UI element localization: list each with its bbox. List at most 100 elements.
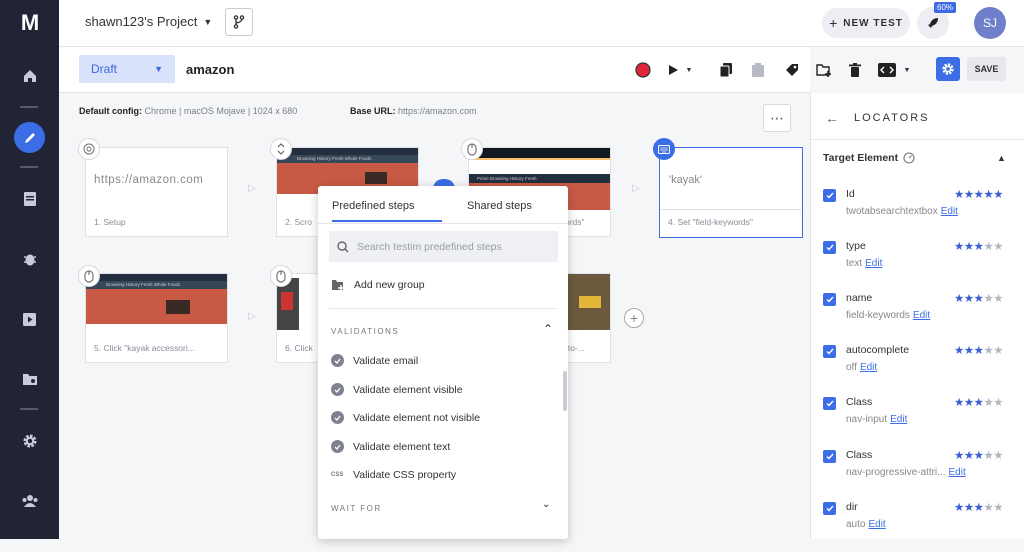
locator-row[interactable]: type text Edit ★★★★★: [823, 239, 1023, 291]
save-button[interactable]: SAVE: [967, 57, 1006, 81]
status-dropdown[interactable]: Draft ▼: [79, 55, 175, 83]
tab-shared-steps[interactable]: Shared steps: [467, 200, 532, 212]
copy-icon[interactable]: [716, 60, 736, 80]
checkbox-checked[interactable]: [823, 502, 836, 515]
mouse-click-icon: [461, 138, 483, 160]
locator-value-line: nav-input Edit: [846, 414, 907, 425]
locator-name: Class: [846, 396, 873, 408]
chevron-up-icon[interactable]: ⌃: [543, 322, 553, 336]
step-caption: 1. Setup: [94, 217, 126, 227]
star-icon: ★: [983, 293, 994, 305]
add-group-icon[interactable]: [814, 60, 834, 80]
paste-icon[interactable]: [748, 60, 768, 80]
edit-link[interactable]: Edit: [890, 414, 907, 425]
locator-value: auto: [846, 519, 866, 530]
user-avatar[interactable]: SJ: [974, 7, 1006, 39]
checkbox-checked[interactable]: [823, 189, 836, 202]
default-config: Default config: Chrome | macOS Mojave | …: [79, 106, 297, 116]
checkbox-checked[interactable]: [823, 293, 836, 306]
new-test-button[interactable]: + NEW TEST: [822, 8, 910, 38]
edit-link[interactable]: Edit: [868, 519, 885, 530]
bug-icon[interactable]: [14, 243, 45, 274]
test-name[interactable]: amazon: [186, 62, 234, 77]
locator-row[interactable]: Class nav-progressive-attri... Edit ★★★★★: [823, 448, 1023, 500]
base-url-value[interactable]: https://amazon.com: [398, 106, 477, 116]
checkbox-checked[interactable]: [823, 397, 836, 410]
home-icon[interactable]: [14, 60, 45, 91]
step-card[interactable]: https://amazon.com 1. Setup: [85, 147, 228, 237]
validate-element-not-visible-item[interactable]: Validate element not visible: [331, 411, 480, 424]
validate-element-visible-item[interactable]: Validate element visible: [331, 383, 463, 396]
search-input[interactable]: Search testim predefined steps: [329, 231, 558, 262]
locator-name: type: [846, 240, 866, 252]
star-icon: ★: [963, 241, 974, 253]
edit-link[interactable]: Edit: [913, 310, 930, 321]
edit-link[interactable]: Edit: [948, 467, 965, 478]
record-icon[interactable]: [633, 60, 653, 80]
target-element-label: Target Element: [823, 152, 899, 164]
base-url-label: Base URL:: [350, 106, 396, 116]
validations-header[interactable]: VALIDATIONS: [331, 327, 399, 336]
add-new-group[interactable]: Add new group: [331, 279, 425, 291]
popup-scrollbar[interactable]: [563, 371, 567, 411]
tab-predefined-steps[interactable]: Predefined steps: [332, 200, 442, 222]
back-arrow-icon[interactable]: ←: [825, 110, 839, 126]
star-icon: ★: [954, 345, 964, 357]
test-list-icon[interactable]: [14, 183, 45, 214]
edit-link[interactable]: Edit: [941, 206, 958, 217]
editor-pencil-icon[interactable]: [14, 122, 45, 153]
star-icon: ★: [973, 241, 984, 253]
collapse-triangle-icon[interactable]: ▲: [997, 153, 1006, 163]
star-icon: ★: [973, 450, 984, 462]
locator-row[interactable]: autocomplete off Edit ★★★★★: [823, 343, 1023, 395]
more-options-button[interactable]: ⋯: [763, 104, 791, 132]
locator-row[interactable]: name field-keywords Edit ★★★★★: [823, 291, 1023, 343]
checkbox-checked[interactable]: [823, 450, 836, 463]
add-step-button[interactable]: +: [624, 308, 644, 328]
play-icon[interactable]: [663, 60, 683, 80]
rating-stars: ★★★★★: [954, 395, 1004, 409]
step-card-selected[interactable]: 'kayak' 4. Set "field-keywords": [659, 147, 803, 238]
scroll-icon: [270, 138, 292, 160]
tag-icon[interactable]: [782, 60, 802, 80]
mouse-click-icon: [270, 265, 292, 287]
search-placeholder: Search testim predefined steps: [357, 240, 502, 253]
chevron-down-icon[interactable]: ⌄: [542, 499, 550, 510]
branch-icon[interactable]: [225, 8, 253, 36]
settings-gear-icon[interactable]: [14, 425, 45, 456]
locator-row[interactable]: dir auto Edit ★★★★★: [823, 500, 1023, 552]
wait-for-header[interactable]: WAIT FOR: [331, 504, 382, 513]
edit-link[interactable]: Edit: [860, 362, 877, 373]
validate-email-item[interactable]: Validate email: [331, 354, 418, 367]
checkbox-checked[interactable]: [823, 241, 836, 254]
setup-url: https://amazon.com: [94, 174, 204, 186]
star-icon: ★: [993, 502, 1004, 514]
locator-value: off: [846, 362, 857, 373]
validate-element-text-item[interactable]: Validate element text: [331, 440, 450, 453]
star-icon: ★: [993, 397, 1004, 409]
validate-css-property-item[interactable]: CSS Validate CSS property: [331, 469, 456, 481]
delete-trash-icon[interactable]: [845, 60, 865, 80]
code-icon[interactable]: [877, 60, 897, 80]
run-play-icon[interactable]: [14, 304, 45, 335]
team-users-icon[interactable]: [14, 485, 45, 516]
star-icon: ★: [993, 345, 1004, 357]
folder-settings-icon[interactable]: [14, 363, 45, 394]
chevron-down-icon[interactable]: ▼: [902, 60, 912, 80]
chevron-down-icon[interactable]: ▼: [684, 60, 694, 80]
item-label: Validate element visible: [353, 383, 463, 396]
project-name: shawn123's Project: [85, 14, 198, 29]
checkbox-checked[interactable]: [823, 345, 836, 358]
star-icon: ★: [954, 241, 964, 253]
edit-link[interactable]: Edit: [865, 258, 882, 269]
step-card[interactable]: Browsing History Fresh Whole Foods 5. Cl…: [85, 273, 228, 363]
locator-row[interactable]: Id twotabsearchtextbox Edit ★★★★★: [823, 187, 1023, 239]
testim-logo[interactable]: M: [0, 0, 59, 46]
properties-gear-icon[interactable]: [936, 57, 960, 81]
nav-divider: [20, 408, 38, 410]
locator-row[interactable]: Class nav-input Edit ★★★★★: [823, 395, 1023, 447]
project-selector[interactable]: shawn123's Project ▼: [85, 14, 212, 29]
rating-stars: ★★★★★: [954, 448, 1004, 462]
star-icon: ★: [963, 450, 974, 462]
default-config-value[interactable]: Chrome | macOS Mojave | 1024 x 680: [145, 106, 298, 116]
